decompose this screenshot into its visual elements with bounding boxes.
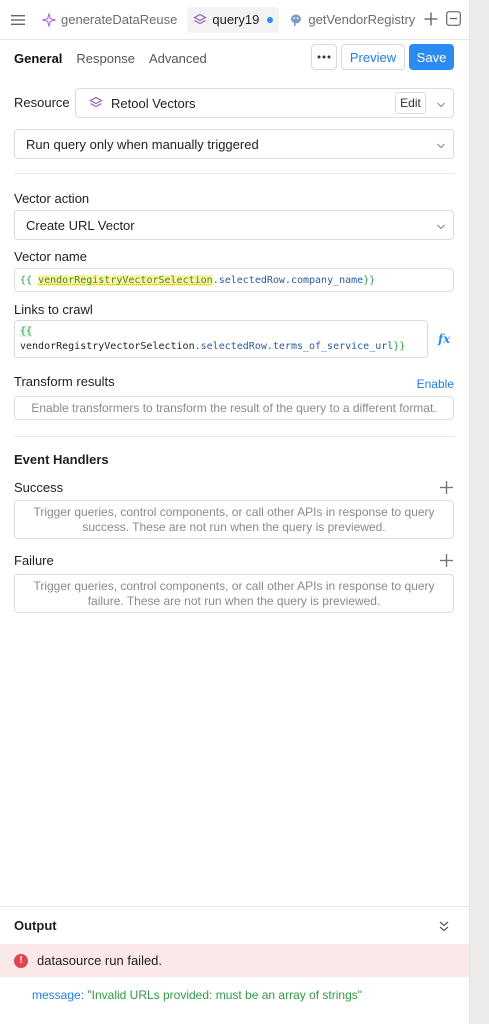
transform-label: Transform results [14, 374, 115, 389]
save-button[interactable]: Save [409, 44, 454, 70]
vector-name-label: Vector name [14, 249, 87, 264]
resource-label: Resource [14, 95, 70, 110]
code-brace: }} [393, 341, 406, 352]
tab-general[interactable]: General [14, 51, 62, 66]
tab-label: getVendorRegistry [308, 12, 416, 27]
add-failure-handler-icon[interactable] [440, 554, 453, 570]
resource-value: Retool Vectors [111, 95, 196, 111]
vector-action-select[interactable]: Create URL Vector [14, 210, 454, 240]
editor-subheader: General Response Advanced Preview Save [0, 40, 469, 76]
code-brace: {{ [20, 274, 33, 286]
scrollbar[interactable] [469, 0, 489, 1024]
query-actions: Preview Save [311, 44, 454, 70]
chevron-down-icon [437, 137, 445, 152]
menu-icon[interactable] [0, 0, 36, 39]
chevron-down-icon [437, 96, 445, 111]
failure-label: Failure [14, 553, 54, 568]
links-label: Links to crawl [14, 302, 93, 317]
vector-stack-icon [89, 96, 103, 110]
tab-label: generateDataReuse [61, 12, 178, 27]
tab-generate-data-reuse[interactable]: generateDataReuse [36, 7, 183, 33]
plus-icon[interactable] [424, 12, 438, 29]
collapse-icon[interactable] [439, 920, 449, 935]
enable-transformer-link[interactable]: Enable [417, 377, 454, 391]
fx-icon[interactable]: fx [438, 332, 450, 346]
tab-query19[interactable]: query19 [187, 6, 280, 33]
chevron-down-icon [437, 218, 445, 233]
add-success-handler-icon[interactable] [440, 481, 453, 497]
code-brace: }} [363, 274, 376, 286]
message-key: message: [32, 988, 85, 1002]
failure-handler-empty[interactable]: Trigger queries, control components, or … [14, 574, 454, 613]
tab-get-vendor-registry[interactable]: getVendorRegistry [283, 7, 421, 33]
vector-stack-icon [193, 13, 208, 27]
output-title: Output [14, 918, 57, 933]
sparkle-icon [42, 12, 56, 27]
links-input[interactable]: {{ vendorRegistryVectorSelection.selecte… [14, 320, 428, 358]
trigger-mode-select[interactable]: Run query only when manually triggered [14, 129, 454, 159]
error-message: message: "Invalid URLs provided: must be… [32, 988, 362, 1002]
vector-action-label: Vector action [14, 191, 90, 206]
edit-resource-button[interactable]: Edit [395, 92, 426, 114]
event-handlers-title: Event Handlers [14, 452, 109, 467]
unsaved-dot [267, 16, 274, 23]
success-handler-empty[interactable]: Trigger queries, control components, or … [14, 500, 454, 539]
code-property: .selectedRow.company_name [212, 274, 364, 286]
tab-label: query19 [212, 12, 260, 27]
tab-response[interactable]: Response [76, 51, 135, 66]
tab-actions [420, 0, 461, 39]
divider [14, 436, 454, 437]
trigger-mode-value: Run query only when manually triggered [26, 136, 259, 152]
error-banner: ! datasource run failed. [0, 944, 469, 977]
vector-action-value: Create URL Vector [26, 217, 135, 233]
code-brace: {{ [20, 326, 33, 337]
query-tab-bar: generateDataReuse query19 getVendorRegis… [0, 0, 469, 40]
success-handler-text: Trigger queries, control components, or … [33, 504, 435, 534]
transformer-placeholder[interactable]: Enable transformers to transform the res… [14, 396, 454, 420]
vector-name-input[interactable]: {{ vendorRegistryVectorSelection .selecte… [14, 268, 454, 292]
query-editor: generateDataReuse query19 getVendorRegis… [0, 0, 469, 1024]
success-label: Success [14, 480, 64, 495]
code-variable: vendorRegistryVectorSelection [38, 274, 213, 286]
tab-advanced[interactable]: Advanced [149, 51, 207, 66]
transformer-placeholder-text: Enable transformers to transform the res… [31, 401, 437, 415]
minimize-icon[interactable] [446, 11, 461, 29]
failure-handler-text: Trigger queries, control components, or … [33, 578, 435, 608]
resource-select[interactable]: Retool Vectors Edit [75, 88, 454, 118]
postgres-icon [289, 13, 303, 27]
message-value: "Invalid URLs provided: must be an array… [87, 988, 363, 1002]
code-variable: vendorRegistryVectorSelection [20, 341, 195, 352]
preview-button[interactable]: Preview [341, 44, 405, 70]
output-header[interactable]: Output [0, 906, 469, 944]
error-text: datasource run failed. [37, 953, 163, 968]
divider [14, 173, 454, 174]
code-property: .selectedRow.terms_of_service_url [194, 341, 394, 352]
more-icon[interactable] [311, 44, 337, 70]
error-icon: ! [14, 953, 28, 968]
